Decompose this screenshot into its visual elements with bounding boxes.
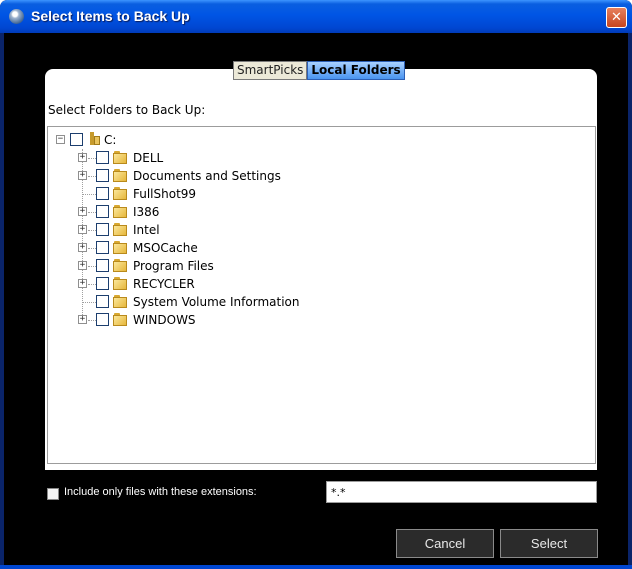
expand-icon[interactable]: + [78,243,87,252]
extensions-checkbox-label: Include only files with these extensions… [64,486,257,498]
expand-icon[interactable]: + [78,153,87,162]
checkbox-system-volume-information[interactable] [96,295,109,308]
folder-icon [113,187,129,200]
extensions-checkbox[interactable] [47,488,59,500]
checkbox-documents-and-settings[interactable] [96,169,109,182]
checkbox-recycler[interactable] [96,277,109,290]
folder-icon [113,259,129,272]
folder-icon [113,313,129,326]
checkbox-windows[interactable] [96,313,109,326]
folder-icon [113,241,129,254]
extensions-input[interactable] [326,481,597,503]
tree-node-i386[interactable]: + I386 [48,203,348,221]
expand-icon[interactable]: + [78,315,87,324]
checkbox-i386[interactable] [96,205,109,218]
tree-node-intel[interactable]: + Intel [48,221,348,239]
checkbox-root[interactable] [70,133,83,146]
checkbox-dell[interactable] [96,151,109,164]
tab-local-folders[interactable]: Local Folders [307,61,405,80]
cancel-button[interactable]: Cancel [396,529,494,558]
tab-smartpicks[interactable]: SmartPicks [233,61,308,80]
tree-node-label: System Volume Information [133,295,300,309]
tree-node-fullshot99[interactable]: FullShot99 [48,185,348,203]
tree-node-label: RECYCLER [133,277,195,291]
tree-node-label: WINDOWS [133,313,196,327]
close-button[interactable]: ✕ [606,7,627,28]
window-frame-bottom [0,565,632,569]
panel-caption: Select Folders to Back Up: [48,103,206,117]
checkbox-program-files[interactable] [96,259,109,272]
folder-icon [113,223,129,236]
tree-node-label: Program Files [133,259,214,273]
tree-node-recycler[interactable]: + RECYCLER [48,275,348,293]
expand-icon[interactable]: + [78,171,87,180]
tab-bar: SmartPicks Local Folders [233,61,405,80]
close-icon: ✕ [611,10,622,25]
expand-icon[interactable]: + [78,261,87,270]
checkbox-msocache[interactable] [96,241,109,254]
tree-node-label: I386 [133,205,160,219]
folder-icon [113,277,129,290]
drive-icon [87,132,101,146]
tree-node-dell[interactable]: + DELL [48,149,348,167]
tree-node-root[interactable]: − C: [48,131,348,149]
expand-icon[interactable]: + [78,279,87,288]
tree-node-documents-and-settings[interactable]: + Documents and Settings [48,167,388,185]
checkbox-intel[interactable] [96,223,109,236]
tree-node-label: C: [104,133,117,147]
tree-node-label: Intel [133,223,160,237]
checkbox-fullshot99[interactable] [96,187,109,200]
folder-icon [113,151,129,164]
tree-node-system-volume-information[interactable]: System Volume Information [48,293,388,311]
folder-icon [113,295,129,308]
title-bar[interactable]: Select Items to Back Up ✕ [0,0,632,33]
folder-icon [113,205,129,218]
tree-node-windows[interactable]: + WINDOWS [48,311,348,329]
tree-node-label: FullShot99 [133,187,197,201]
select-button[interactable]: Select [500,529,598,558]
collapse-icon[interactable]: − [56,135,65,144]
dialog-window: Select Items to Back Up ✕ SmartPicks Loc… [0,0,632,569]
folder-icon [113,169,129,182]
tree-node-label: Documents and Settings [133,169,281,183]
tree-node-label: DELL [133,151,164,165]
expand-icon[interactable]: + [78,207,87,216]
window-title: Select Items to Back Up [31,8,190,24]
tree-branch [83,194,96,195]
tree-node-program-files[interactable]: + Program Files [48,257,348,275]
app-icon [9,9,24,24]
folder-tree[interactable]: − C: + DELL + Documents and Settings Ful… [47,126,596,464]
expand-icon[interactable]: + [78,225,87,234]
tree-node-msocache[interactable]: + MSOCache [48,239,348,257]
tree-branch [83,302,96,303]
tree-node-label: MSOCache [133,241,198,255]
